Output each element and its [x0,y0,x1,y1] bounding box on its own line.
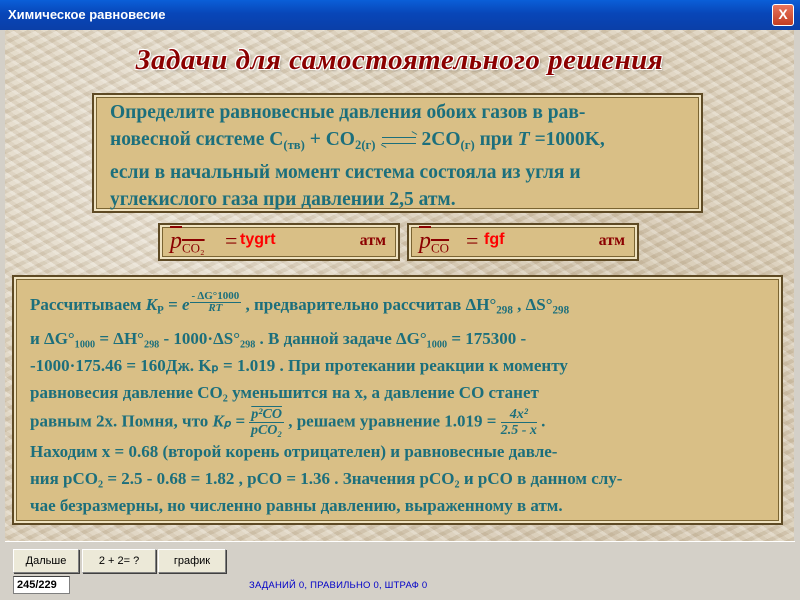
equation-numerator: 4x² [500,407,537,423]
page-heading: Задачи для самостоятельного решения [135,44,664,76]
task-counter: 245/229 [13,576,70,594]
solution-line-5-start: равным 2x. Помня, что [30,410,213,430]
co2-phase: 2(г) [354,137,376,152]
task-line-3: если в начальный момент система состояла… [110,161,581,183]
solution-enthalpy: , предварительно рассчитав ΔH° [241,295,497,314]
content-area: Задачи для самостоятельного решения Опре… [5,30,794,541]
carbon-symbol: C [269,129,284,150]
temperature-value: =1000K, [529,129,605,150]
exp-base: = e [163,295,190,314]
task-panel: Определите равновесные давления обоих га… [92,93,703,213]
kp-symbol: K [145,295,158,314]
answer-input-co2[interactable]: tygrt [240,231,276,249]
solution-line-4: равновесия давление CO₂ уменьшится на x,… [30,383,539,403]
solution-line-3: -1000·175.46 = 160Дж. Kₚ = 1.019 . При п… [30,355,568,375]
title-bar: Химическое равновесие X [0,0,800,30]
kp-fraction: p²CO pCO₂ [249,407,284,438]
task-line-2: новесной системе C(тв) + CO2(г) 2CO(г) пр… [110,126,605,159]
pressure-co-symbol: pCO [419,228,450,256]
equilibrium-arrows-icon [380,130,417,148]
solution-line-8: чае безразмерны, но численно равны давле… [30,496,563,516]
calculator-button[interactable]: 2 + 2= ? [82,549,156,573]
solution-panel: Рассчитываем KP = e- ΔG°1000 RT , предвар… [12,275,783,525]
task-text: Определите равновесные давления обоих га… [110,99,605,213]
task-line-4: углекислого газа при давлении 2,5 атм. [110,188,456,210]
unit-label: атм [359,232,386,249]
solution-line-2: и ΔG°₁₀₀₀ = ΔH°₂₉₈ - 1000·ΔS°₂₉₈ . В дан… [30,328,527,348]
task-line-1: Определите равновесные давления обоих га… [110,102,586,123]
window-title: Химическое равновесие [8,7,166,22]
enthalpy-sub: 298 [496,304,513,317]
equation-end: . [536,410,546,430]
next-button[interactable]: Дальше [13,549,79,573]
solution-entropy: , ΔS° [512,295,553,314]
equals-sign: = [466,228,479,253]
graph-button[interactable]: график [158,549,226,573]
entropy-sub: 298 [552,304,570,317]
equals-sign: = [225,228,238,253]
equation-denominator: 2.5 - x [500,422,537,438]
equation-fraction: 4x² 2.5 - x [500,407,537,438]
close-button[interactable]: X [772,4,794,26]
solution-text: Рассчитываем KP = e- ΔG°1000 RT , предвар… [30,291,771,519]
co2-symbol: + CO [304,129,355,150]
kp-numerator: p²CO [249,406,284,423]
pressure-co2-symbol: pCO₂ [170,228,205,256]
bottom-toolbar: Дальше 2 + 2= ? график 245/229 ЗАДАНИЙ 0… [5,541,795,597]
exponent-fraction: - ΔG°1000 RT [189,291,242,314]
exponent-denominator: RT [208,302,223,314]
answer-input-co[interactable]: fgf [484,231,504,249]
solution-line-5: равным 2x. Помня, что Kₚ = p²CO pCO₂ , ре… [30,407,771,438]
kp-equation: Kₚ = [212,410,246,430]
unit-label: атм [598,232,625,249]
co-product: 2CO [421,129,461,150]
carbon-phase: (тв) [283,137,305,152]
score-status: ЗАДАНИЙ 0, ПРАВИЛЬНО 0, ШТРАФ 0 [249,580,428,591]
solution-line-1: Рассчитываем KP = e- ΔG°1000 RT , предвар… [30,291,771,325]
kp-denominator: pCO₂ [250,422,283,438]
solution-line-7: ния pCO₂ = 2.5 - 0.68 = 1.82 , pCO = 1.3… [30,468,623,488]
answer-field-co[interactable]: pCO = fgf атм [407,223,639,261]
task-line-2-start: новесной системе [110,129,270,150]
answer-field-co2[interactable]: pCO₂ = tygrt атм [158,223,400,261]
solution-text-start: Рассчитываем [30,295,146,314]
co-phase: (г) [460,137,475,152]
kp-sub: P [157,304,164,317]
task-at: при [474,129,518,150]
temperature-symbol: T [517,129,530,150]
equation-text: , решаем уравнение 1.019 = [283,410,501,430]
solution-line-6: Находим x = 0.68 (второй корень отрицате… [30,441,558,461]
